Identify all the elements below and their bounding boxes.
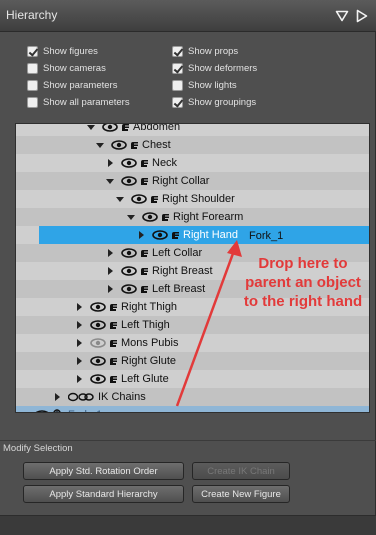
apply-std-rotation-order-button[interactable]: Apply Std. Rotation Order [23,462,184,480]
show-groupings-label: Show groupings [188,96,257,108]
modify-selection-title: Modify Selection [3,443,73,454]
show-lights-option[interactable]: Show lights [172,77,237,93]
hierarchy-panel: Hierarchy Show figures Show cameras Show… [0,0,376,535]
panel-footer [0,515,376,535]
show-all-parameters-option[interactable]: Show all parameters [27,94,130,110]
show-all-parameters-checkbox[interactable] [27,96,38,108]
show-deformers-checkbox[interactable] [172,62,183,74]
show-groupings-option[interactable]: Show groupings [172,94,256,110]
show-deformers-option[interactable]: Show deformers [172,60,257,76]
create-new-figure-button[interactable]: Create New Figure [192,485,290,503]
show-cameras-checkbox[interactable] [27,62,38,74]
show-props-option[interactable]: Show props [172,43,238,59]
collapse-menu-icon[interactable] [334,8,350,24]
show-lights-label: Show lights [188,79,237,91]
show-parameters-checkbox[interactable] [27,79,38,91]
show-deformers-label: Show deformers [188,62,258,74]
panel-header: Hierarchy [0,0,376,32]
show-parameters-label: Show parameters [43,79,118,91]
create-ik-chain-button[interactable]: Create IK Chain [192,462,290,480]
show-groupings-checkbox[interactable] [172,96,183,108]
show-cameras-label: Show cameras [43,62,106,74]
apply-standard-hierarchy-button[interactable]: Apply Standard Hierarchy [23,485,184,503]
expand-panel-icon[interactable] [354,8,370,24]
show-props-checkbox[interactable] [172,45,183,57]
section-divider [0,440,376,441]
show-figures-label: Show figures [43,45,98,57]
show-lights-checkbox[interactable] [172,79,183,91]
show-all-parameters-label: Show all parameters [43,96,130,108]
show-cameras-option[interactable]: Show cameras [27,60,106,76]
show-props-label: Show props [188,45,239,57]
drop-hint-annotation: Drop here to parent an object to the rig… [243,255,363,310]
panel-title: Hierarchy [6,8,58,22]
show-figures-option[interactable]: Show figures [27,43,98,59]
show-figures-checkbox[interactable] [27,45,38,57]
show-parameters-option[interactable]: Show parameters [27,77,117,93]
